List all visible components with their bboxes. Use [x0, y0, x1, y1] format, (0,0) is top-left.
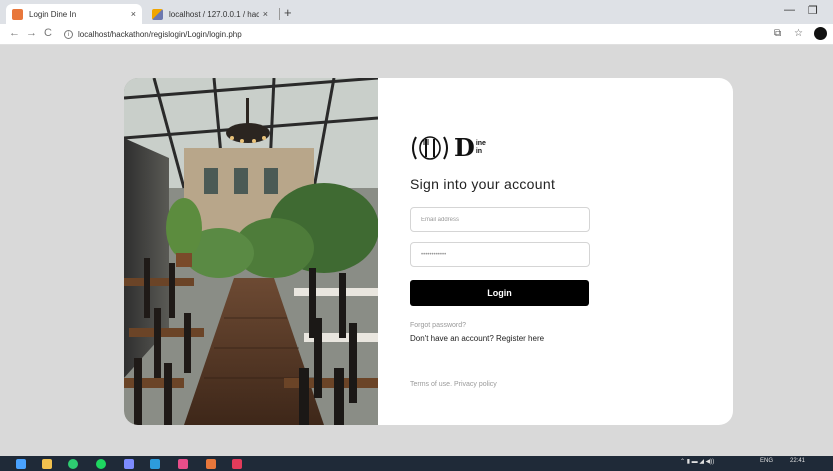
- language-indicator[interactable]: ENG: [760, 458, 773, 464]
- logo-letter: D: [454, 133, 475, 162]
- forward-button[interactable]: →: [26, 27, 37, 39]
- chrome-icon[interactable]: [68, 459, 78, 469]
- terms-privacy-link[interactable]: Terms of use. Privacy policy: [410, 381, 497, 388]
- minimize-button[interactable]: —: [784, 4, 795, 16]
- page-viewport: D ine in Sign into your account Login Fo…: [0, 45, 833, 456]
- app-icon[interactable]: [124, 459, 134, 469]
- forgot-password-link[interactable]: Forgot password?: [410, 322, 466, 329]
- cutlery-plate-icon: [412, 136, 448, 160]
- address-bar[interactable]: i localhost/hackathon/regislogin/Login/l…: [64, 27, 784, 42]
- site-info-icon[interactable]: i: [64, 30, 73, 39]
- vscode-icon[interactable]: [150, 459, 160, 469]
- file-explorer-icon[interactable]: [42, 459, 52, 469]
- login-card: D ine in Sign into your account Login Fo…: [124, 78, 733, 425]
- tray-icons[interactable]: ⌃ ▮ ▬ ◢ ◀)): [680, 458, 714, 465]
- tab-separator: [279, 8, 280, 20]
- site-favicon-icon: [12, 8, 23, 20]
- password-input[interactable]: [410, 242, 590, 267]
- logo-wordmark: D ine in: [454, 136, 486, 160]
- restaurant-photo: [124, 78, 378, 425]
- browser-tab-strip: Login Dine In × localhost / 127.0.0.1 / …: [0, 0, 833, 24]
- dine-in-logo: D ine in: [410, 133, 486, 163]
- maximize-button[interactable]: ❐: [808, 4, 818, 17]
- close-tab-icon[interactable]: ×: [263, 9, 268, 19]
- bookmark-star-icon[interactable]: ☆: [794, 28, 803, 39]
- figma-icon[interactable]: [178, 459, 188, 469]
- register-link[interactable]: Don't have an account? Register here: [410, 334, 544, 343]
- login-heading: Sign into your account: [410, 176, 556, 192]
- browser-toolbar: ← → C i localhost/hackathon/regislogin/L…: [0, 24, 833, 45]
- logo-top-text: ine: [475, 140, 486, 147]
- xampp-icon[interactable]: [206, 459, 216, 469]
- logo-bottom-text: in: [475, 148, 483, 155]
- restaurant-illustration: [124, 78, 378, 425]
- clock[interactable]: 22:41: [790, 458, 805, 464]
- email-input[interactable]: [410, 207, 590, 232]
- phpmyadmin-favicon-icon: [152, 8, 163, 20]
- app-icon-red[interactable]: [232, 459, 242, 469]
- reload-button[interactable]: C: [44, 27, 52, 39]
- new-tab-button[interactable]: +: [284, 5, 292, 20]
- spotify-icon[interactable]: [96, 459, 106, 469]
- tab-title: Login Dine In: [29, 9, 77, 19]
- tab-login[interactable]: Login Dine In ×: [6, 4, 142, 24]
- close-tab-icon[interactable]: ×: [131, 9, 136, 19]
- tab-title: localhost / 127.0.0.1 / hackathon: [169, 9, 259, 19]
- back-button[interactable]: ←: [9, 27, 20, 39]
- windows-start-icon[interactable]: [16, 459, 26, 469]
- login-button[interactable]: Login: [410, 280, 589, 306]
- tab-phpmyadmin[interactable]: localhost / 127.0.0.1 / hackathon ×: [146, 4, 274, 24]
- url-text: localhost/hackathon/regislogin/Login/log…: [78, 30, 242, 39]
- windows-taskbar: ⌃ ▮ ▬ ◢ ◀)) ENG 22:41: [0, 456, 833, 471]
- profile-avatar[interactable]: [814, 27, 827, 40]
- translate-icon[interactable]: ⧉: [774, 28, 781, 39]
